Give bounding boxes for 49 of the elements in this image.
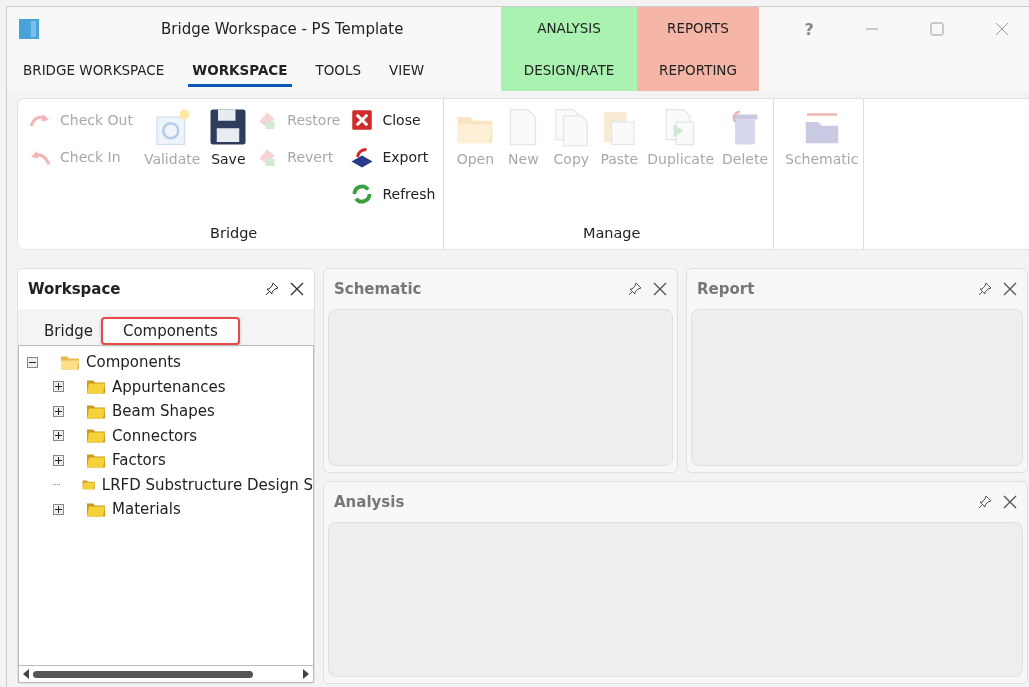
panel-title: Workspace [28, 280, 122, 298]
tree-item[interactable]: Beam Shapes [112, 402, 215, 421]
pin-icon[interactable] [977, 281, 993, 297]
tree-item[interactable]: LRFD Substructure Design S [101, 475, 313, 494]
pin-icon[interactable] [264, 281, 280, 297]
save-icon [208, 107, 249, 147]
folder-icon [86, 378, 106, 396]
expand-icon[interactable] [53, 503, 64, 515]
expand-icon[interactable] [53, 454, 64, 466]
panel-title: Analysis [334, 493, 406, 511]
ribbon-button[interactable]: Refresh [350, 179, 440, 209]
panel-title: Schematic [334, 280, 423, 298]
panel-title: Report [697, 280, 756, 298]
close-icon[interactable] [653, 282, 667, 296]
close-icon[interactable] [290, 282, 304, 296]
menu-tab[interactable]: BRIDGE WORKSPACE [19, 55, 169, 87]
ribbon-group-label: Manage [582, 225, 641, 243]
tree-item[interactable]: Factors [112, 451, 166, 470]
close-icon[interactable] [1003, 495, 1017, 509]
menu-tab[interactable]: TOOLS [311, 55, 366, 87]
context-group-label: ANALYSIS [537, 20, 601, 36]
window-title: Bridge Workspace - PS Template [161, 20, 404, 38]
horizontal-scrollbar[interactable] [18, 665, 314, 683]
app-logo-icon [19, 19, 39, 39]
panel-tab[interactable]: Bridge [42, 317, 95, 345]
menu-tab[interactable]: REPORTING [659, 62, 737, 78]
panel-tab[interactable]: Components [100, 317, 240, 345]
menu-tab[interactable]: VIEW [385, 55, 429, 87]
expand-icon[interactable] [53, 381, 64, 393]
pin-icon[interactable] [627, 281, 643, 297]
ribbon-group-label: Bridge [210, 225, 258, 243]
close-icon[interactable] [1003, 282, 1017, 296]
export-icon [350, 145, 375, 169]
expand-icon[interactable] [53, 430, 64, 442]
ribbon-button[interactable]: Export [350, 142, 440, 172]
close-icon [350, 108, 375, 132]
menu-tab[interactable]: WORKSPACE [188, 55, 292, 87]
tree-item[interactable]: Appurtenances [112, 377, 226, 396]
ribbon-button[interactable]: Save [207, 105, 250, 169]
ribbon-button[interactable]: Close [350, 105, 440, 135]
folder-icon [86, 427, 106, 445]
tree-item[interactable]: Connectors [112, 426, 198, 445]
tree-item[interactable]: Components [86, 353, 181, 372]
menu-tab[interactable]: DESIGN/RATE [523, 62, 615, 78]
context-group-label: REPORTS [667, 20, 729, 36]
expand-icon[interactable] [53, 405, 64, 417]
pin-icon[interactable] [977, 494, 993, 510]
collapse-icon[interactable] [27, 356, 38, 368]
tree-item[interactable]: Materials [112, 500, 181, 519]
